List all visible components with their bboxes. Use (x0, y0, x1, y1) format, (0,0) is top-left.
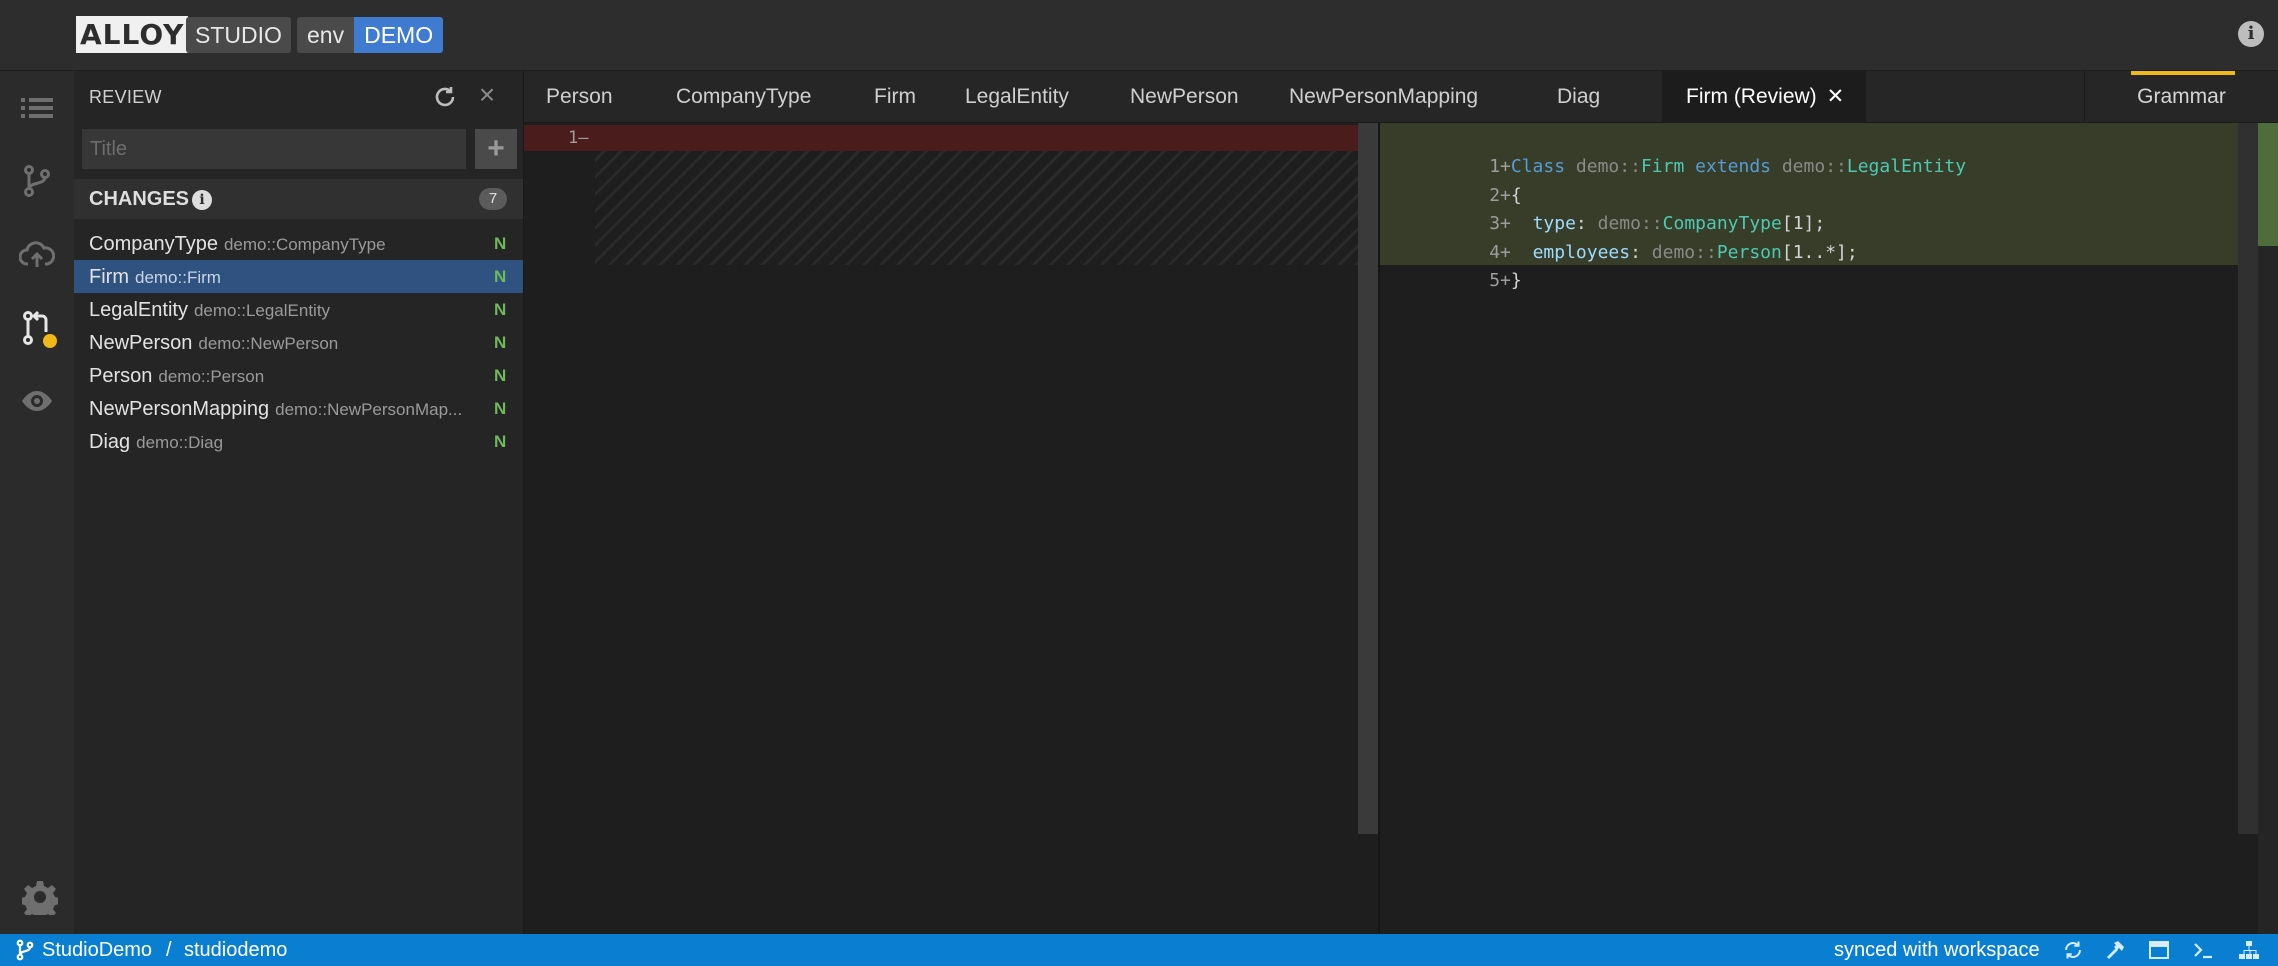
sitemap-icon[interactable] (2238, 939, 2260, 961)
change-item-name: NewPersonMapping (89, 398, 270, 420)
change-item[interactable]: Diag demo::Diag N (74, 425, 523, 458)
change-item-path: demo::NewPerson (198, 334, 339, 353)
change-status-new: N (494, 333, 507, 352)
change-item-name: Diag (89, 431, 131, 453)
code-line: 2+{ (1489, 185, 1522, 206)
tab-person[interactable]: Person (524, 71, 635, 123)
gear-icon[interactable] (20, 879, 60, 921)
review-title-input[interactable] (82, 129, 466, 169)
diff-editor[interactable]: 1— 1+Class demo::Firm extends demo::Lega… (524, 123, 2278, 934)
cloud-upload-icon[interactable] (18, 237, 56, 273)
change-item[interactable]: NewPerson demo::NewPerson N (74, 326, 523, 359)
diff-original-pane[interactable]: 1— (524, 123, 1358, 934)
change-item-name: NewPerson (89, 332, 193, 354)
env-value: DEMO (354, 17, 444, 53)
git-pull-request-icon[interactable] (19, 310, 57, 348)
change-item-name: Person (89, 365, 153, 387)
grammar-active-indicator (2131, 71, 2235, 75)
tab-companytype[interactable]: CompanyType (654, 71, 833, 123)
change-status-new: N (494, 267, 507, 286)
code-line: 5+} (1489, 270, 1522, 291)
alloy-logo[interactable]: ALLOY (76, 16, 189, 53)
hammer-icon[interactable] (2104, 939, 2126, 961)
change-item-name: Firm (89, 266, 129, 288)
project-name[interactable]: StudioDemo (42, 939, 152, 962)
left-scrollbar[interactable] (1358, 123, 1378, 834)
tab-newperson[interactable]: NewPerson (1108, 71, 1261, 123)
change-status-new: N (494, 300, 507, 319)
top-header: ALLOY STUDIO env DEMO i (0, 0, 2278, 71)
change-item-path: demo::Diag (136, 433, 224, 452)
overview-added-marker (2258, 123, 2278, 246)
change-item[interactable]: NewPersonMapping demo::NewPersonMap... N (74, 392, 523, 425)
terminal-icon[interactable] (2192, 939, 2214, 961)
status-bar: StudioDemo / studiodemo synced with work… (0, 934, 2278, 966)
change-status-new: N (494, 432, 507, 451)
changes-count-badge: 7 (479, 188, 507, 210)
review-panel: REVIEW × + CHANGES i 7 CompanyTypedemo::… (74, 71, 524, 934)
removed-line (524, 125, 1358, 151)
change-item-name: CompanyType (89, 233, 218, 255)
close-tab-icon[interactable]: ✕ (1827, 85, 1845, 108)
path-separator: / (166, 939, 172, 961)
change-item-path: demo::LegalEntity (193, 301, 331, 320)
change-item[interactable]: CompanyType demo::CompanyType N (74, 227, 523, 260)
window-icon[interactable] (2148, 939, 2170, 961)
change-status-new: N (494, 399, 507, 418)
change-status-new: N (494, 234, 507, 253)
activity-bar (0, 71, 74, 934)
git-branch-icon[interactable] (19, 163, 55, 199)
diff-modified-pane[interactable]: 1+Class demo::Firm extends demo::LegalEn… (1380, 123, 2278, 934)
change-item[interactable]: Firm demo::Firm N (74, 260, 523, 293)
review-panel-title: REVIEW (89, 87, 162, 107)
code-line: 1+Class demo::Firm extends demo::LegalEn… (1489, 156, 1967, 177)
changes-list: CompanyType demo::CompanyType N Firm demo:… (74, 227, 523, 458)
sync-status: synced with workspace (1834, 939, 2040, 961)
workspace-name[interactable]: studiodemo (184, 939, 287, 962)
code-line: 3+ type: demo::CompanyType[1]; (1489, 213, 1826, 234)
env-key: env (297, 17, 355, 53)
change-item-path: demo::NewPersonMap... (275, 400, 463, 419)
review-notification-dot (43, 334, 57, 348)
add-review-button[interactable]: + (475, 129, 517, 169)
env-badge: env DEMO (297, 17, 444, 53)
tab-firm-review[interactable]: Firm (Review) ✕ (1662, 71, 1867, 123)
grammar-label: Grammar (2137, 85, 2226, 108)
change-item[interactable]: LegalEntity demo::LegalEntity N (74, 293, 523, 326)
tab-legalentity[interactable]: LegalEntity (943, 71, 1091, 123)
review-panel-header: REVIEW × (74, 71, 523, 123)
right-scrollbar[interactable] (2238, 123, 2258, 834)
info-icon[interactable]: i (192, 190, 212, 210)
tab-firm-review-label: Firm (Review) (1686, 85, 1817, 108)
change-item-name: LegalEntity (89, 299, 188, 321)
removed-marker: — (578, 128, 589, 148)
tab-newpersonmapping[interactable]: NewPersonMapping (1267, 71, 1500, 123)
change-item[interactable]: Person demo::Person N (74, 359, 523, 392)
tab-firm[interactable]: Firm (852, 71, 938, 123)
info-circle-icon[interactable]: i (2238, 21, 2264, 47)
close-review-icon[interactable]: × (474, 81, 500, 109)
change-item-path: demo::Firm (134, 268, 221, 287)
sync-icon[interactable] (2062, 939, 2084, 961)
change-item-path: demo::Person (158, 367, 265, 386)
changes-title: CHANGES (89, 188, 190, 210)
line-number: 1— (568, 128, 589, 148)
git-branch-icon (14, 939, 36, 961)
refresh-icon[interactable] (432, 84, 458, 110)
diff-empty-region (595, 151, 1358, 265)
change-status-new: N (494, 366, 507, 385)
code-line: 4+ employees: demo::Person[1..*]; (1489, 242, 1858, 263)
change-item-path: demo::CompanyType (223, 235, 386, 254)
changes-header: CHANGES i 7 (74, 179, 523, 219)
editor-tabs: Person CompanyType Firm LegalEntity NewP… (524, 71, 2278, 123)
eye-icon[interactable] (19, 383, 55, 419)
studio-label: STUDIO (186, 17, 291, 53)
tab-diag[interactable]: Diag (1535, 71, 1622, 123)
list-icon[interactable] (19, 90, 55, 126)
grammar-mode-toggle[interactable]: Grammar (2084, 71, 2278, 123)
